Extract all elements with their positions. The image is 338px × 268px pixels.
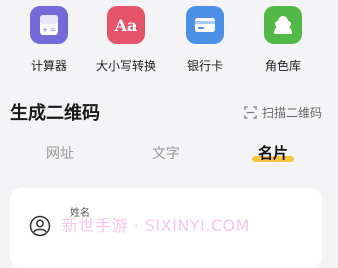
app-calculator-label: 计算器 [30,59,67,73]
tab-url[interactable]: 网址 [46,143,74,163]
person-icon [29,215,51,237]
app-calculator[interactable]: + = 计算器 [10,6,88,78]
tab-text[interactable]: 文字 [152,143,180,163]
svg-text:+ =: + = [42,26,56,34]
qr-type-tabs: 网址 文字 名片 [0,140,338,170]
tab-text-label: 文字 [152,146,180,162]
scan-icon [244,106,257,119]
case-convert-icon: Aa [107,6,145,44]
tab-url-label: 网址 [46,146,74,162]
character-library-icon [264,6,302,44]
app-character-library[interactable]: 角色库 [244,6,322,78]
app-case-convert[interactable]: Aa 大小写转换 [87,6,165,78]
app-case-convert-label: 大小写转换 [95,59,156,73]
scan-qr-button[interactable]: 扫描二维码 [244,104,322,121]
bank-card-icon [186,6,224,44]
watermark: 新世手游 · SIXINYI.COM [62,216,250,235]
tab-business-card[interactable]: 名片 [251,142,295,163]
section-title: 生成二维码 [10,103,100,124]
tab-business-card-label: 名片 [257,144,289,162]
scan-qr-label: 扫描二维码 [261,106,322,120]
app-character-library-label: 角色库 [264,59,301,73]
business-card-form: 姓名 新世手游 · SIXINYI.COM [10,188,322,268]
tool-grid: + = 计算器 Aa 大小写转换 银行卡 角色库 [0,0,338,84]
app-bank-card[interactable]: 银行卡 [166,6,244,78]
calculator-icon: + = [30,6,68,44]
app-bank-card-label: 银行卡 [186,59,223,73]
